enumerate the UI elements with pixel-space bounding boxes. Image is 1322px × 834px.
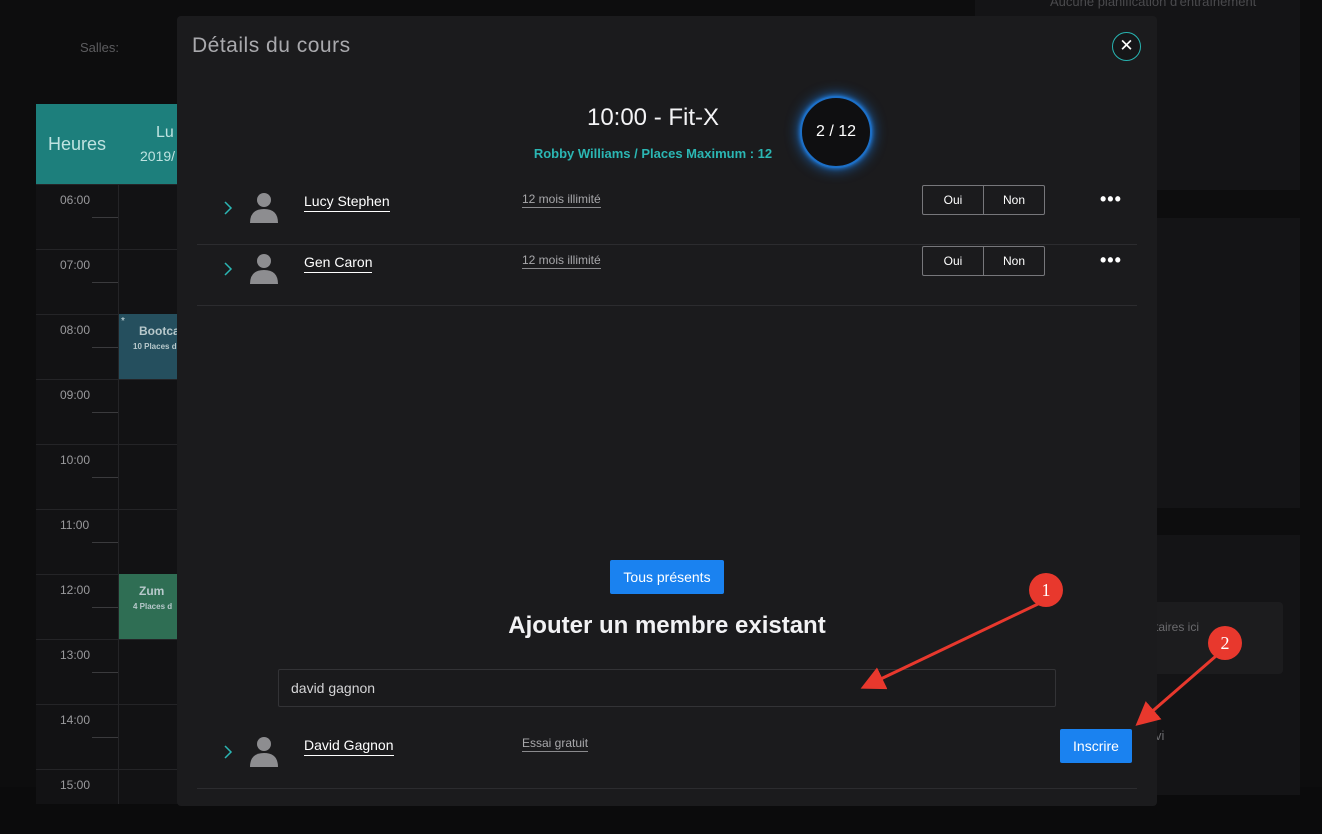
yes-button[interactable]: Oui (923, 186, 984, 214)
chevron-right-icon[interactable] (221, 259, 235, 279)
calendar-row: 06:00 (36, 184, 186, 249)
salles-label: Salles: (80, 40, 120, 55)
event-subtitle: 10 Places d (133, 342, 177, 351)
chevron-right-icon[interactable] (221, 198, 235, 218)
calendar-row: 14:00 (36, 704, 186, 769)
half-hour-tick (92, 737, 118, 738)
half-hour-tick (92, 347, 118, 348)
member-plan[interactable]: 12 mois illimité (522, 253, 601, 269)
calendar-row: 15:00 (36, 769, 186, 834)
half-hour-tick (92, 217, 118, 218)
calendar-row: 13:00 (36, 639, 186, 704)
class-subtitle-wrap: Robby Williams / Places Maximum : 12 (177, 146, 1157, 161)
event-title: Zum (139, 584, 165, 598)
time-label: 14:00 (60, 713, 91, 727)
calendar-row: 10:00 (36, 444, 186, 509)
avatar-icon (250, 737, 278, 767)
member-row: Lucy Stephen 12 mois illimité Oui Non ••… (197, 184, 1137, 245)
member-name[interactable]: Gen Caron (304, 254, 373, 273)
chevron-right-icon[interactable] (221, 742, 235, 762)
comment-box-text: taires ici (1155, 620, 1200, 634)
half-hour-tick (92, 542, 118, 543)
attendance-toggle: Oui Non (922, 246, 1045, 276)
time-label: 10:00 (60, 453, 91, 467)
class-title-wrap: 10:00 - Fit-X (177, 104, 1157, 132)
avatar-icon (250, 254, 278, 284)
member-name[interactable]: Lucy Stephen (304, 193, 390, 212)
time-label: 08:00 (60, 323, 91, 337)
calendar-event[interactable]: * Bootca 10 Places d (119, 314, 186, 379)
star-icon: * (121, 316, 125, 327)
member-search-input[interactable] (278, 669, 1056, 707)
time-label: 12:00 (60, 583, 91, 597)
calendar-row: 09:00 (36, 379, 186, 444)
class-subtitle: Robby Williams / Places Maximum : 12 (533, 146, 773, 161)
hours-header: Heures (48, 134, 107, 154)
time-label: 09:00 (60, 388, 91, 402)
annotation-marker: 1 (1029, 573, 1063, 607)
close-icon: ✕ (1119, 36, 1134, 55)
calendar-row: 11:00 (36, 509, 186, 574)
class-title: 10:00 - Fit-X (586, 104, 720, 131)
calendar-event[interactable]: Zum 4 Places d (119, 574, 186, 639)
member-plan[interactable]: 12 mois illimité (522, 192, 601, 208)
attendance-count: 2 / 12 (800, 96, 872, 168)
time-label: 11:00 (60, 518, 90, 532)
calendar-header: Heures Lu 2019/ (36, 104, 186, 184)
time-label: 13:00 (60, 648, 91, 662)
no-button[interactable]: Non (984, 186, 1044, 214)
right-panel-text: Aucune planification d'entraînement (1050, 0, 1257, 9)
date-header: 2019/ (140, 148, 176, 164)
event-title: Bootca (139, 324, 180, 338)
annotation-marker: 2 (1208, 626, 1242, 660)
calendar-row: 07:00 (36, 249, 186, 314)
time-label: 07:00 (60, 258, 91, 272)
modal-title: Détails du cours (192, 34, 351, 57)
yes-button[interactable]: Oui (923, 247, 984, 275)
more-options-icon[interactable]: ••• (1100, 189, 1122, 210)
search-result-row: David Gagnon Essai gratuit (197, 728, 1137, 789)
enroll-button[interactable]: Inscrire (1060, 729, 1132, 763)
time-label: 15:00 (60, 778, 91, 792)
half-hour-tick (92, 477, 118, 478)
add-member-title: Ajouter un membre existant (508, 612, 826, 639)
avatar-icon (250, 193, 278, 223)
member-name[interactable]: David Gagnon (304, 737, 394, 756)
close-button[interactable]: ✕ (1112, 32, 1141, 61)
attendance-toggle: Oui Non (922, 185, 1045, 215)
course-details-modal: Détails du cours ✕ 10:00 - Fit-X Robby W… (177, 16, 1157, 806)
half-hour-tick (92, 412, 118, 413)
day-header[interactable]: Lu (156, 124, 174, 142)
time-label: 06:00 (60, 193, 91, 207)
member-plan[interactable]: Essai gratuit (522, 736, 589, 752)
no-button[interactable]: Non (984, 247, 1044, 275)
member-row: Gen Caron 12 mois illimité Oui Non ••• (197, 245, 1137, 306)
all-present-button[interactable]: Tous présents (610, 560, 724, 594)
half-hour-tick (92, 607, 118, 608)
event-subtitle: 4 Places d (133, 602, 173, 611)
more-options-icon[interactable]: ••• (1100, 250, 1122, 271)
half-hour-tick (92, 672, 118, 673)
half-hour-tick (92, 282, 118, 283)
